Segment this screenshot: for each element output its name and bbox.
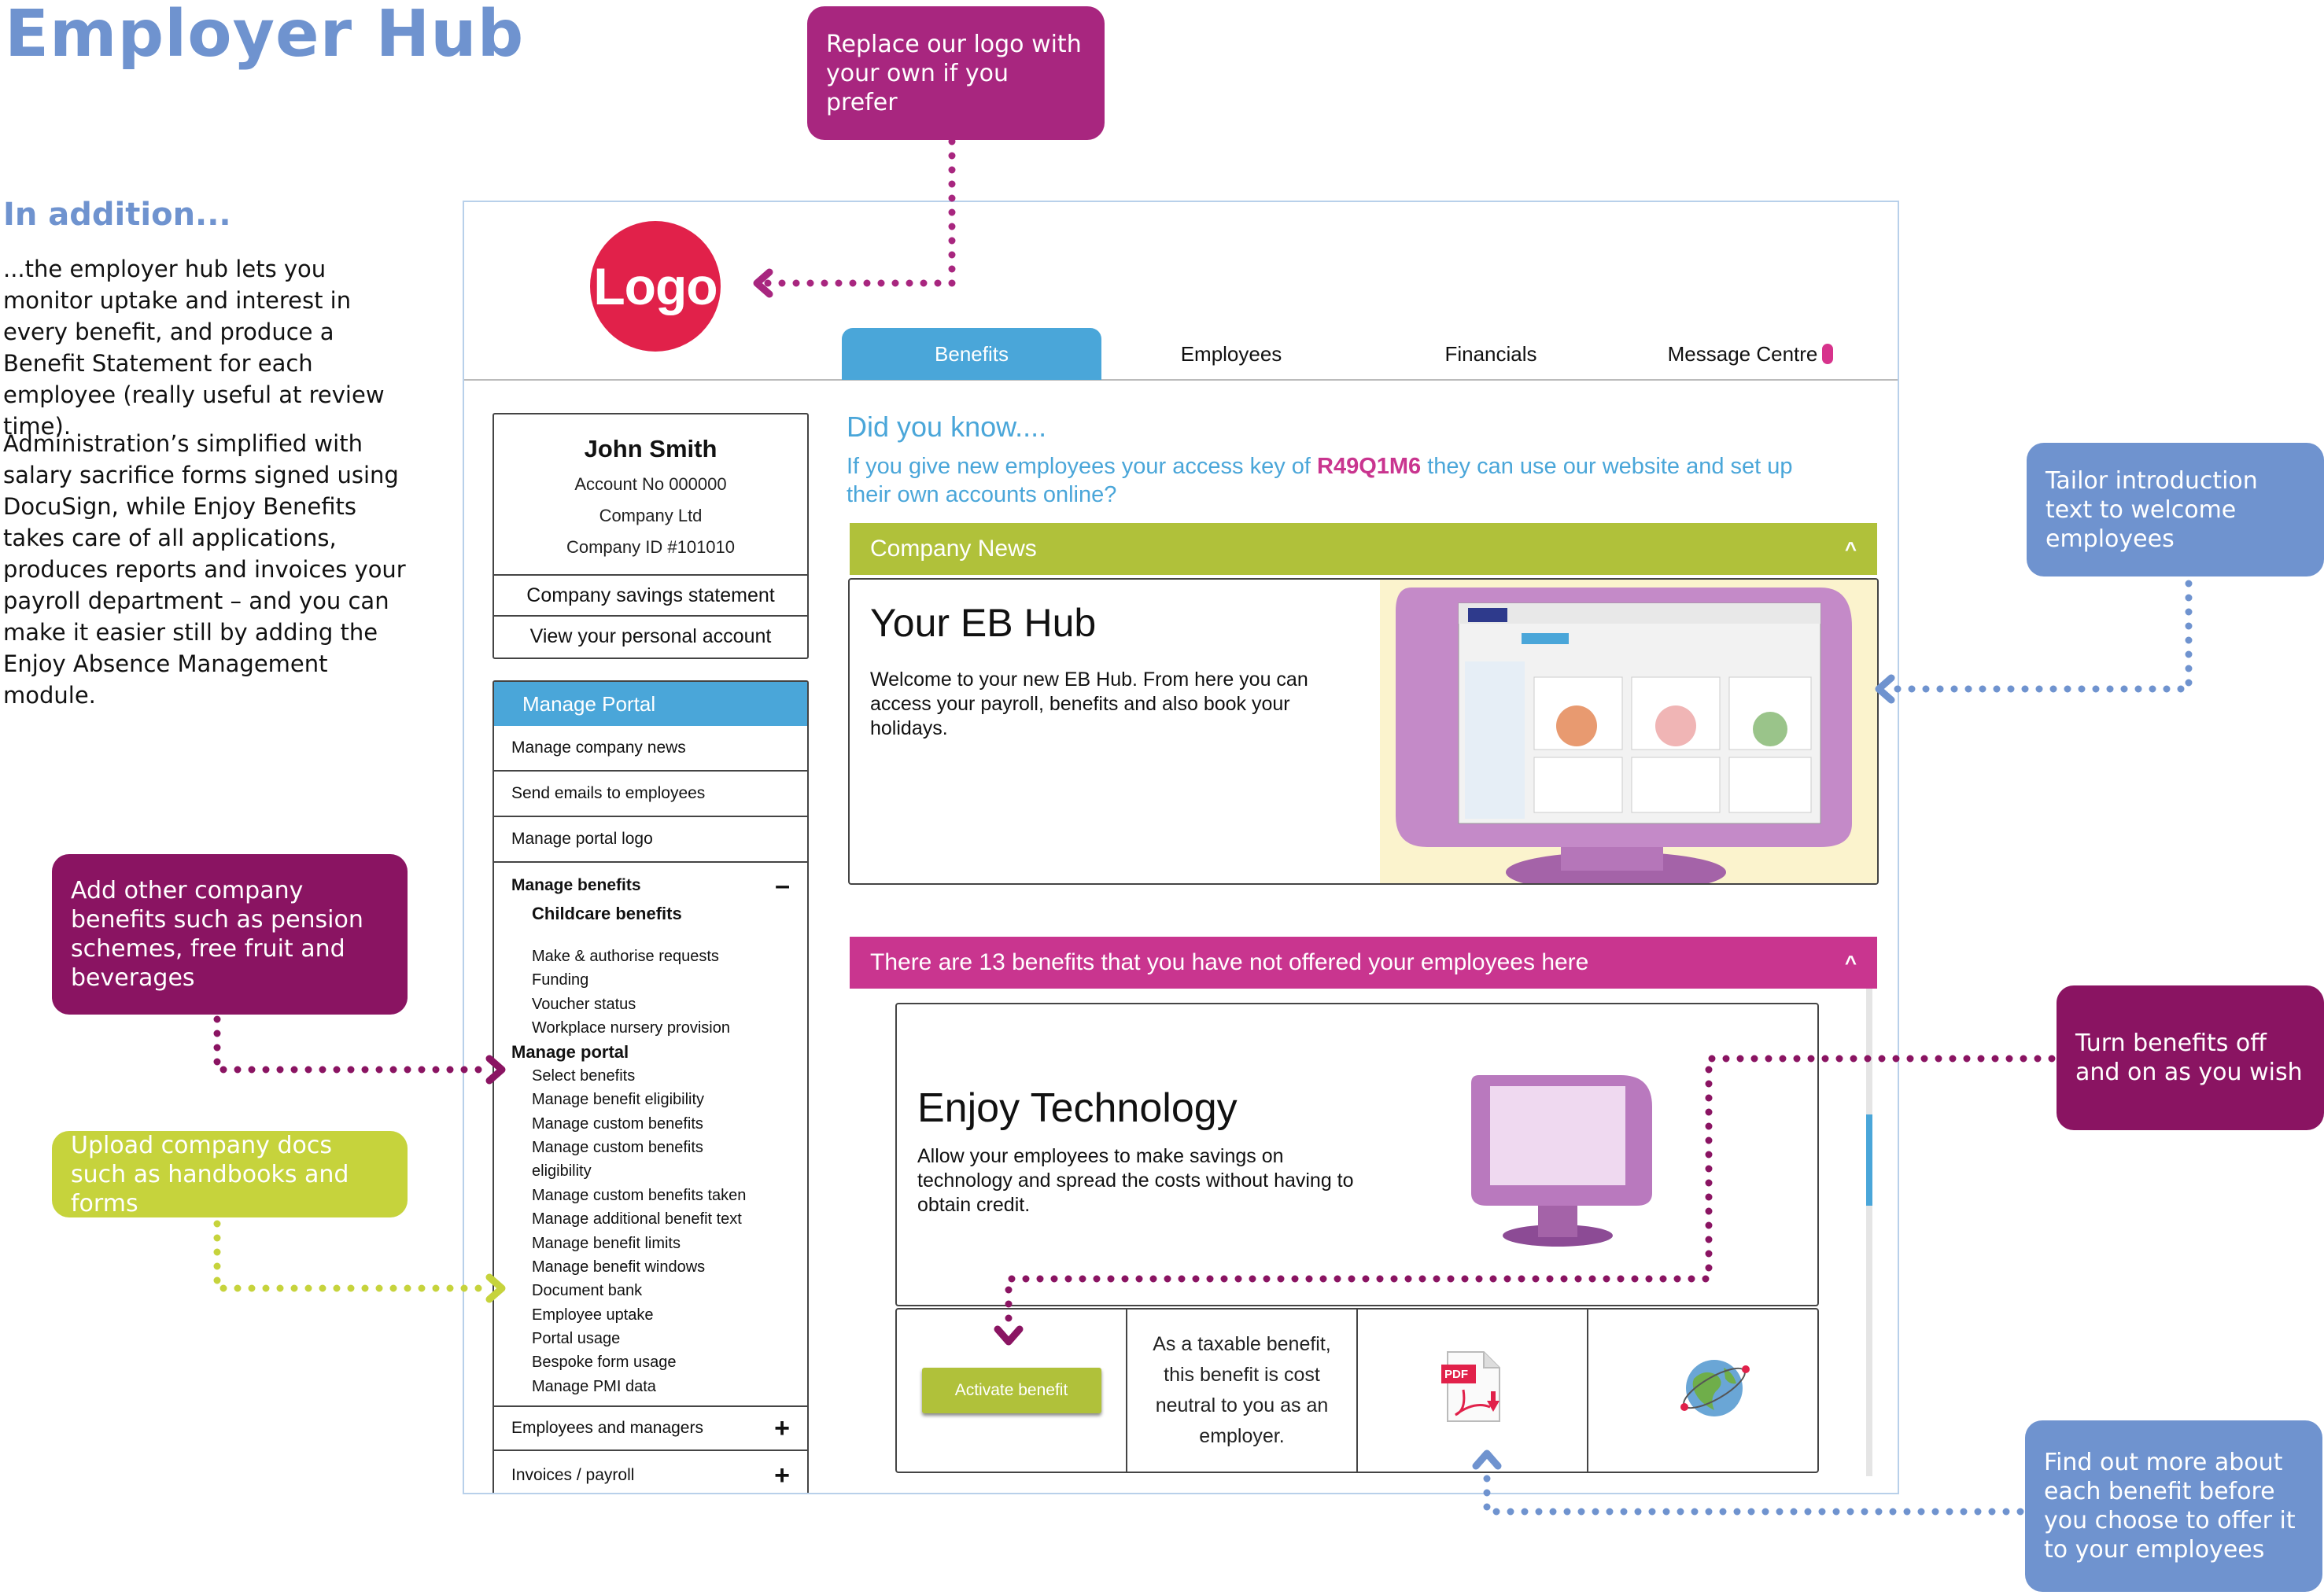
account-company: Company Ltd [599, 506, 703, 525]
callout-intro-text: Tailor introduction text to welcome empl… [2027, 443, 2324, 576]
tax-note: As a taxable benefit, this benefit is co… [1153, 1333, 1331, 1447]
callout-intro-text-label: Tailor introduction text to welcome empl… [2045, 466, 2258, 553]
submenu-item[interactable]: Manage custom benefits [532, 1139, 703, 1157]
menu-item-company-news[interactable]: Manage company news [494, 726, 807, 772]
submenu-item[interactable]: Select benefits [532, 1067, 635, 1085]
submenu-item[interactable]: Workplace nursery provision [532, 1019, 730, 1037]
menu-item-invoices[interactable]: Invoices / payroll + [494, 1453, 807, 1493]
collapse-icon[interactable]: – [775, 871, 790, 901]
menu-item-portal-logo[interactable]: Manage portal logo [494, 817, 807, 863]
chevron-up-icon[interactable]: ^ [1845, 951, 1857, 975]
callout-toggle-text: Turn benefits off and on as you wish [2075, 1030, 2303, 1086]
tab-employees[interactable]: Employees [1101, 328, 1361, 380]
globe-icon[interactable] [1678, 1352, 1750, 1424]
benefit-title: Enjoy Technology [917, 1085, 1238, 1131]
callout-find-out: Find out more about each benefit before … [2025, 1420, 2322, 1592]
account-company-id: Company ID #101010 [566, 537, 736, 557]
submenu-item[interactable]: Make & authorise requests [532, 948, 719, 966]
company-news-label: Company News [870, 536, 1037, 562]
unoffered-benefits-bar[interactable]: There are 13 benefits that you have not … [850, 937, 1877, 989]
callout-add-benefits: Add other company benefits such as pensi… [52, 854, 408, 1015]
intro-paragraph-2: Administration’s simplified with salary … [3, 430, 406, 709]
callout-toggle: Turn benefits off and on as you wish [2057, 985, 2324, 1130]
news-title: Your EB Hub [870, 601, 1097, 645]
callout-find-out-text: Find out more about each benefit before … [2044, 1449, 2296, 1564]
submenu-item[interactable]: Manage additional benefit text [532, 1210, 742, 1228]
submenu-item[interactable]: Manage benefit eligibility [532, 1091, 704, 1109]
globe-cell [1588, 1310, 1817, 1472]
callout-add-benefits-text: Add other company benefits such as pensi… [71, 877, 363, 992]
company-news-bar[interactable]: Company News ^ [850, 523, 1877, 575]
pdf-label: PDF [1444, 1368, 1468, 1381]
menu-item-label: Invoices / payroll [511, 1466, 635, 1484]
account-panel: John Smith Account No 000000 Company Ltd… [492, 413, 809, 659]
personal-account-link[interactable]: View your personal account [494, 615, 807, 656]
callout-logo: Replace our logo with your own if you pr… [807, 6, 1105, 140]
scrollbar-track[interactable] [1866, 989, 1872, 1476]
menu-item-label: Manage benefits [511, 876, 641, 894]
activate-cell: Activate benefit [897, 1310, 1127, 1472]
intro-paragraph-1: ...the employer hub lets you monitor upt… [3, 256, 385, 440]
submenu-item[interactable]: Manage benefit limits [532, 1235, 681, 1253]
pdf-cell: PDF [1358, 1310, 1588, 1472]
page-title: Employer Hub [5, 0, 525, 72]
section-subtitle: In addition... [3, 197, 231, 233]
scrollbar-thumb[interactable] [1866, 1114, 1872, 1206]
menu-item-label: Employees and managers [511, 1419, 703, 1437]
pdf-icon[interactable] [1440, 1349, 1507, 1427]
submenu-item[interactable]: Manage benefit windows [532, 1258, 705, 1276]
submenu-item[interactable]: Employee uptake [532, 1306, 654, 1324]
access-key-text: If you give new employees your access ke… [847, 452, 1830, 509]
submenu-item[interactable]: Portal usage [532, 1330, 620, 1348]
company-news-panel: Your EB Hub Welcome to your new EB Hub. … [848, 578, 1879, 885]
access-key: R49Q1M6 [1317, 454, 1422, 479]
did-you-know-heading: Did you know.... [847, 411, 1047, 443]
submenu-item[interactable]: Bespoke form usage [532, 1354, 676, 1372]
menu-item-employees-managers[interactable]: Employees and managers + [494, 1405, 807, 1451]
menu-item-send-emails[interactable]: Send emails to employees [494, 772, 807, 817]
submenu-item[interactable]: Funding [532, 971, 588, 989]
technology-monitor-icon [1471, 1075, 1652, 1247]
account-number: Account No 000000 [574, 474, 727, 494]
activate-benefit-button[interactable]: Activate benefit [921, 1368, 1101, 1413]
access-key-prefix: If you give new employees your access ke… [847, 454, 1318, 479]
menu-item-manage-benefits[interactable]: Manage benefits – [494, 863, 807, 908]
unoffered-benefits-label: There are 13 benefits that you have not … [870, 949, 1589, 975]
manage-portal-heading: Manage Portal [494, 682, 807, 726]
notification-badge [1822, 344, 1834, 364]
submenu-manage-portal[interactable]: Manage portal [511, 1042, 629, 1063]
benefit-description: Allow your employees to make savings on … [917, 1145, 1354, 1216]
submenu-item[interactable]: Manage custom benefits taken [532, 1187, 746, 1205]
submenu-item[interactable]: Manage custom benefits [532, 1115, 703, 1133]
tab-message-centre-label: Message Centre [1667, 341, 1818, 366]
menu-item-label: Send emails to employees [511, 784, 706, 802]
submenu-item[interactable]: Voucher status [532, 996, 636, 1014]
monitor-illustration-svg [1396, 588, 1852, 883]
account-name: John Smith [584, 435, 717, 462]
submenu-item-document-bank[interactable]: Document bank [532, 1282, 642, 1300]
expand-icon[interactable]: + [774, 1461, 790, 1491]
tab-financials[interactable]: Financials [1361, 328, 1621, 380]
tab-message-centre[interactable]: Message Centre [1621, 328, 1880, 380]
chevron-up-icon[interactable]: ^ [1845, 537, 1857, 562]
monitor-illustration [1380, 580, 1877, 883]
submenu-item[interactable]: eligibility [532, 1162, 592, 1181]
tax-note-cell: As a taxable benefit, this benefit is co… [1127, 1310, 1358, 1472]
benefit-card: Enjoy Technology Allow your employees to… [895, 1003, 1819, 1306]
manage-portal-panel: Manage Portal Manage company news Send e… [492, 680, 809, 1493]
company-logo[interactable]: Logo [590, 221, 721, 352]
company-savings-link[interactable]: Company savings statement [494, 574, 807, 615]
app-screenshot: Logo Benefits Employees Financials Messa… [463, 201, 1899, 1494]
submenu-item[interactable]: Manage PMI data [532, 1378, 656, 1396]
expand-icon[interactable]: + [774, 1413, 790, 1444]
callout-upload-docs-text: Upload company docs such as handbooks an… [71, 1131, 349, 1217]
menu-item-label: Manage company news [511, 739, 686, 757]
submenu-childcare[interactable]: Childcare benefits [532, 904, 682, 924]
benefit-actions-row: Activate benefit As a taxable benefit, t… [895, 1308, 1819, 1473]
menu-item-label: Manage portal logo [511, 830, 653, 848]
tab-benefits[interactable]: Benefits [842, 328, 1101, 380]
news-body: Welcome to your new EB Hub. From here yo… [870, 669, 1308, 739]
callout-upload-docs: Upload company docs such as handbooks an… [52, 1131, 408, 1217]
callout-logo-text: Replace our logo with your own if you pr… [826, 30, 1082, 116]
